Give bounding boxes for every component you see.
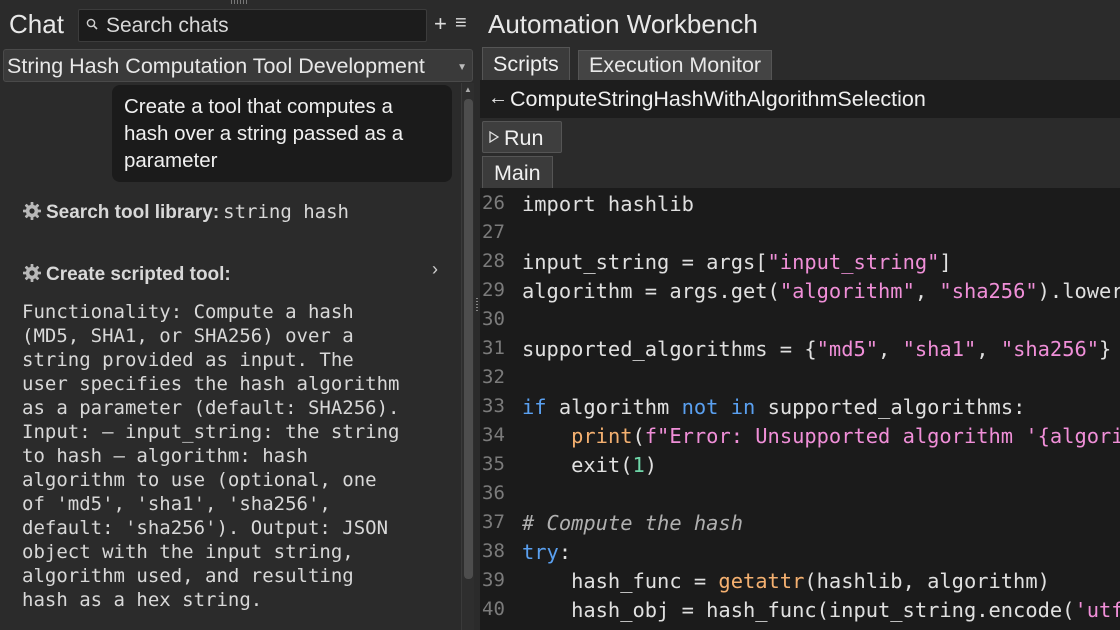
line-number: 36 bbox=[482, 482, 505, 504]
chat-messages: Create a tool that computes a hash over … bbox=[0, 83, 460, 630]
code-text[interactable]: try: bbox=[522, 540, 571, 564]
new-chat-button[interactable]: + bbox=[434, 13, 447, 35]
line-number: 28 bbox=[482, 250, 505, 272]
workbench-panel: Automation Workbench Scripts Execution M… bbox=[480, 0, 1120, 630]
script-header: ← ComputeStringHashWithAlgorithmSelectio… bbox=[480, 80, 1120, 118]
code-text[interactable]: supported_algorithms = {"md5", "sha1", "… bbox=[522, 337, 1111, 361]
chat-title: Chat bbox=[9, 9, 64, 39]
chat-menu-button[interactable]: ≡ bbox=[455, 12, 467, 34]
code-text[interactable]: hash_func = getattr(hashlib, algorithm) bbox=[522, 569, 1050, 593]
splitter-grip-icon bbox=[476, 298, 478, 312]
chevron-down-icon: ▼ bbox=[457, 62, 467, 73]
chevron-right-icon[interactable]: › bbox=[432, 259, 438, 280]
search-icon bbox=[86, 18, 98, 30]
code-text[interactable]: algorithm = args.get("algorithm", "sha25… bbox=[522, 279, 1120, 303]
scrollbar-thumb[interactable] bbox=[464, 99, 473, 579]
tool-description: Functionality: Compute a hash (MD5, SHA1… bbox=[22, 301, 400, 611]
code-text[interactable]: if algorithm not in supported_algorithms… bbox=[522, 395, 1025, 419]
code-text[interactable]: hash_obj = hash_func(input_string.encode… bbox=[522, 598, 1120, 622]
script-name: ComputeStringHashWithAlgorithmSelection bbox=[510, 87, 926, 111]
drag-grip[interactable] bbox=[231, 0, 247, 4]
code-editor[interactable]: 26 import hashlib 27 28 input_string = args[… bbox=[480, 188, 1120, 630]
chat-scrollbar[interactable]: ▲ bbox=[461, 83, 474, 630]
gear-icon bbox=[23, 264, 41, 282]
scroll-up-icon[interactable]: ▲ bbox=[464, 85, 472, 94]
line-number: 26 bbox=[482, 192, 505, 214]
workbench-title: Automation Workbench bbox=[488, 9, 758, 39]
editor-tabs: Main bbox=[480, 154, 1120, 188]
toolbar: Run bbox=[480, 118, 1120, 154]
line-number: 30 bbox=[482, 308, 505, 330]
step-query: string hash bbox=[223, 201, 350, 223]
step-label: Create scripted tool: bbox=[46, 264, 231, 285]
code-text[interactable]: # Compute the hash bbox=[522, 511, 743, 535]
code-text[interactable]: exit(1) bbox=[522, 453, 657, 477]
back-arrow-icon[interactable]: ← bbox=[488, 87, 508, 110]
code-text[interactable]: print(f"Error: Unsupported algorithm '{a… bbox=[522, 424, 1120, 448]
tab-execution-monitor[interactable]: Execution Monitor bbox=[578, 50, 773, 80]
code-text[interactable]: import hashlib bbox=[522, 192, 694, 216]
tab-main[interactable]: Main bbox=[482, 156, 553, 188]
line-number: 34 bbox=[482, 424, 505, 446]
line-number: 38 bbox=[482, 540, 505, 562]
line-number: 35 bbox=[482, 453, 505, 475]
line-number: 33 bbox=[482, 395, 505, 417]
run-button[interactable]: Run bbox=[482, 121, 562, 153]
line-number: 27 bbox=[482, 221, 505, 243]
code-text[interactable]: input_string = args["input_string"] bbox=[522, 250, 952, 274]
search-input[interactable] bbox=[106, 12, 421, 40]
conversation-title: String Hash Computation Tool Development bbox=[7, 54, 425, 78]
play-icon bbox=[489, 131, 499, 143]
line-number: 40 bbox=[482, 598, 505, 620]
line-number: 29 bbox=[482, 279, 505, 301]
run-label: Run bbox=[504, 126, 544, 150]
conversation-select[interactable]: String Hash Computation Tool Development… bbox=[3, 49, 473, 82]
line-number: 37 bbox=[482, 511, 505, 533]
user-message: Create a tool that computes a hash over … bbox=[112, 85, 452, 182]
gear-icon bbox=[23, 202, 41, 220]
tool-step-create[interactable]: Create scripted tool: bbox=[22, 263, 231, 286]
chat-panel: Chat + ≡ String Hash Computation Tool De… bbox=[0, 0, 474, 630]
workbench-tabs: Scripts Execution Monitor bbox=[480, 46, 1120, 80]
tab-scripts[interactable]: Scripts bbox=[482, 47, 570, 80]
line-number: 39 bbox=[482, 569, 505, 591]
chat-search-box[interactable] bbox=[78, 9, 427, 42]
tool-step-search: Search tool library: string hash bbox=[22, 201, 349, 224]
line-number: 31 bbox=[482, 337, 505, 359]
line-number: 32 bbox=[482, 366, 505, 388]
step-label: Search tool library: bbox=[46, 202, 220, 223]
